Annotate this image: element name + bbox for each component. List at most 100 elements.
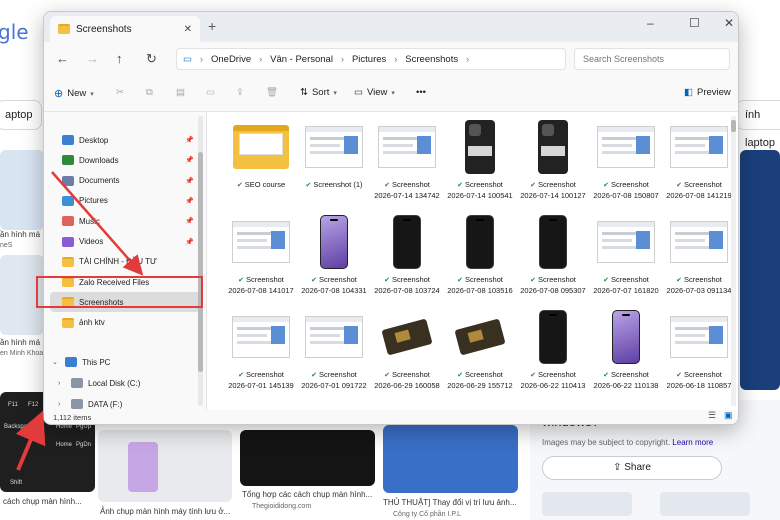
address-bar[interactable]: ▭ › OneDrive › Vân - Personal › Pictures… bbox=[176, 48, 566, 70]
refresh-icon[interactable]: ↻ bbox=[146, 51, 157, 67]
file-item[interactable]: ✔ Screenshot 2026-07-07 161820 bbox=[588, 213, 664, 307]
chevron-right-icon[interactable]: › bbox=[58, 401, 66, 408]
details-view-icon[interactable]: ☰ bbox=[708, 410, 716, 421]
file-item[interactable]: ✔ Screenshot 2026-06-29 155712 bbox=[442, 308, 518, 402]
synced-check-icon: ✔ bbox=[603, 372, 609, 379]
file-item[interactable]: ✔ Screenshot 2026-07-01 145139 bbox=[223, 308, 299, 402]
cut-icon[interactable]: ✂ bbox=[116, 87, 124, 98]
file-item[interactable]: ✔ Screenshot 2026-07-08 095307 bbox=[515, 213, 591, 307]
copy-icon[interactable]: ⧉ bbox=[146, 87, 153, 98]
share-button[interactable]: ⇪ Share bbox=[542, 456, 722, 480]
related-thumbnail[interactable] bbox=[542, 492, 632, 516]
sort-icon: ⇅ bbox=[300, 87, 308, 98]
key-label: F11 bbox=[8, 402, 18, 408]
minimize-button[interactable]: – bbox=[647, 16, 654, 30]
tab-screenshots[interactable]: Screenshots ✕ bbox=[50, 16, 200, 42]
video-icon bbox=[62, 236, 74, 247]
maximize-button[interactable]: ☐ bbox=[689, 16, 700, 30]
sidebar-item-t-i-ch-nh-u-t-[interactable]: TÀI CHÍNH - ĐẦU TƯ bbox=[50, 252, 200, 272]
file-item[interactable]: ✔ Screenshot 2026-07-08 103724 bbox=[369, 213, 445, 307]
preview-button[interactable]: ◧ Preview bbox=[684, 87, 731, 98]
close-window-button[interactable]: ✕ bbox=[724, 16, 734, 30]
screenshot-result-thumbnail[interactable] bbox=[98, 430, 232, 502]
file-item[interactable]: ✔ Screenshot 2026-06-22 110413 bbox=[515, 308, 591, 402]
delete-icon[interactable]: 🗑 bbox=[266, 87, 278, 98]
keyboard-closeup-thumbnail[interactable] bbox=[240, 430, 375, 486]
sidebar-item-documents[interactable]: Documents 📌 bbox=[50, 171, 200, 191]
more-options-button[interactable]: ••• bbox=[416, 87, 426, 98]
sidebar-item-videos[interactable]: Videos 📌 bbox=[50, 232, 200, 252]
share-file-icon[interactable]: ⇪ bbox=[236, 87, 244, 98]
file-item[interactable]: ✔ Screenshot 2026-07-08 150807 bbox=[588, 118, 664, 212]
related-thumbnail[interactable] bbox=[660, 492, 750, 516]
chevron-right-icon[interactable]: › bbox=[58, 380, 66, 387]
sidebar-item-downloads[interactable]: Downloads 📌 bbox=[50, 150, 200, 170]
sidebar-item--nh-ktv[interactable]: ảnh ktv bbox=[50, 313, 200, 333]
content-scrollbar-track[interactable] bbox=[731, 116, 736, 406]
image-result-caption[interactable]: THỦ THUẬT] Thay đổi vị trí lưu ảnh... bbox=[383, 498, 517, 508]
sidebar-item-desktop[interactable]: Desktop 📌 bbox=[50, 130, 200, 150]
file-item[interactable]: ✔ Screenshot 2026-06-22 110138 bbox=[588, 308, 664, 402]
new-tab-button[interactable]: + bbox=[208, 18, 216, 34]
file-item[interactable]: ✔ SEO course bbox=[223, 118, 299, 212]
image-result-caption[interactable]: Tổng hợp các cách chụp màn hình... bbox=[242, 490, 372, 500]
sort-button[interactable]: ⇅ Sort ▾ bbox=[300, 87, 337, 98]
sidebar-item-label: TÀI CHÍNH - ĐẦU TƯ bbox=[79, 257, 157, 267]
close-tab-icon[interactable]: ✕ bbox=[184, 24, 192, 35]
pin-icon[interactable]: 📌 bbox=[185, 217, 194, 225]
sidebar-item-music[interactable]: Music 📌 bbox=[50, 211, 200, 231]
file-item[interactable]: ✔ Screenshot 2026-07-08 104331 bbox=[296, 213, 372, 307]
file-item[interactable]: ✔ Screenshot 2026-06-18 110857 bbox=[661, 308, 737, 402]
breadcrumb-personal[interactable]: Vân - Personal bbox=[270, 54, 333, 65]
content-scrollbar-thumb[interactable] bbox=[731, 120, 736, 132]
file-item[interactable]: ✔ Screenshot 2026-07-08 141017 bbox=[223, 213, 299, 307]
breadcrumb-onedrive[interactable]: OneDrive bbox=[211, 54, 251, 65]
image-result-caption[interactable]: ần hình má bbox=[0, 230, 40, 240]
pin-icon[interactable]: 📌 bbox=[185, 197, 194, 205]
image-result-caption[interactable]: ần hình má bbox=[0, 338, 40, 348]
synced-check-icon: ✔ bbox=[603, 182, 609, 189]
file-item[interactable]: ✔ Screenshot 2026-07-01 091722 bbox=[296, 308, 372, 402]
file-name: ✔ Screenshot 2026-06-22 110413 bbox=[520, 370, 586, 390]
up-arrow-icon[interactable]: ↑ bbox=[116, 51, 123, 66]
screenshot-image bbox=[232, 316, 290, 358]
tiles-view-icon[interactable]: ▣ bbox=[724, 410, 733, 421]
image-result-caption[interactable]: cách chụp màn hình... bbox=[3, 497, 82, 507]
image-result-thumbnail[interactable] bbox=[0, 150, 44, 230]
breadcrumb-pictures[interactable]: Pictures bbox=[352, 54, 386, 65]
paste-icon[interactable]: ▤ bbox=[176, 87, 185, 98]
pin-icon[interactable]: 📌 bbox=[185, 238, 194, 246]
pin-icon[interactable]: 📌 bbox=[185, 136, 194, 144]
file-item[interactable]: ✔ Screenshot 2026-07-08 141219 bbox=[661, 118, 737, 212]
new-button[interactable]: ⊕ New ▾ bbox=[54, 87, 94, 100]
search-input[interactable] bbox=[583, 54, 713, 64]
file-item[interactable]: ✔ Screenshot 2026-06-29 160058 bbox=[369, 308, 445, 402]
chevron-down-icon[interactable]: ⌄ bbox=[52, 358, 60, 366]
file-item[interactable]: ✔ Screenshot 2026-07-14 100127 bbox=[515, 118, 591, 212]
rename-icon[interactable]: ▭ bbox=[206, 87, 215, 98]
back-arrow-icon[interactable]: ← bbox=[56, 51, 69, 66]
pin-icon[interactable]: 📌 bbox=[185, 177, 194, 185]
file-grid: ✔ SEO course ✔ Screenshot (1) ✔ Screenshot 202… bbox=[207, 112, 738, 410]
pin-icon[interactable]: 📌 bbox=[185, 156, 194, 164]
filter-chip-laptop[interactable]: aptop bbox=[0, 100, 42, 130]
file-item[interactable]: ✔ Screenshot 2026-07-14 100541 bbox=[442, 118, 518, 212]
search-box[interactable] bbox=[574, 48, 730, 70]
file-item[interactable]: ✔ Screenshot 2026-07-08 103516 bbox=[442, 213, 518, 307]
sidebar-scrollbar-thumb[interactable] bbox=[198, 152, 203, 372]
file-item[interactable]: ✔ Screenshot 2026-07-14 134742 bbox=[369, 118, 445, 212]
windows-screenshot-thumbnail[interactable] bbox=[383, 425, 518, 493]
breadcrumb-screenshots[interactable]: Screenshots bbox=[405, 54, 458, 65]
file-item[interactable]: ✔ Screenshot 2026-07-03 091134 bbox=[661, 213, 737, 307]
view-button[interactable]: ▭ View ▾ bbox=[354, 87, 395, 98]
file-name: ✔ Screenshot 2026-06-29 160058 bbox=[374, 370, 440, 390]
preview-image[interactable] bbox=[740, 150, 780, 390]
learn-more-link[interactable]: Learn more bbox=[672, 438, 713, 447]
sidebar-item-this-pc[interactable]: ⌄ This PC bbox=[50, 352, 200, 372]
forward-arrow-icon[interactable]: → bbox=[86, 51, 99, 66]
file-item[interactable]: ✔ Screenshot (1) bbox=[296, 118, 372, 212]
filter-chip-laptop-2[interactable]: ính laptop bbox=[736, 100, 780, 149]
sidebar-item-pictures[interactable]: Pictures 📌 bbox=[50, 191, 200, 211]
image-result-caption[interactable]: Ảnh chụp màn hình máy tính lưu ở... bbox=[100, 507, 230, 517]
sidebar-item-drive[interactable]: › Local Disk (C:) bbox=[50, 373, 200, 393]
